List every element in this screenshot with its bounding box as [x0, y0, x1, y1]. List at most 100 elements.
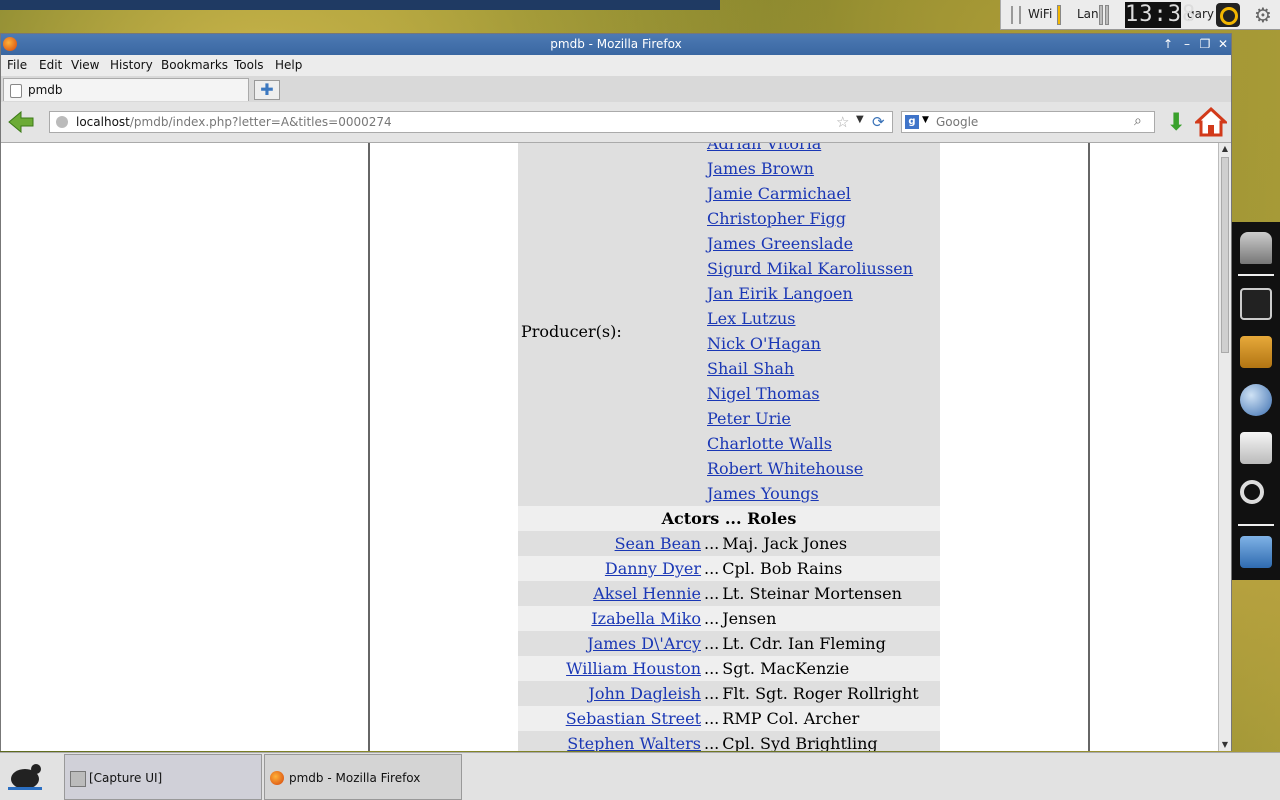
wifi-label[interactable]: WiFi [1028, 7, 1052, 21]
cast-row: Sebastian Street... RMP Col. Archer [518, 706, 940, 731]
close-button[interactable]: ✕ [1216, 36, 1230, 52]
navigation-toolbar: localhost/pmdb/index.php?letter=A&titles… [1, 102, 1231, 143]
actor-link[interactable]: Sean Bean [615, 534, 701, 553]
globe-icon[interactable] [1240, 384, 1272, 416]
download-arrow-icon[interactable]: ⬇ [1164, 108, 1188, 136]
producer-link[interactable]: Jamie Carmichael [707, 184, 851, 203]
site-identity-icon[interactable] [56, 116, 68, 128]
minimize-button[interactable]: – [1180, 36, 1194, 52]
maximize-button[interactable]: ❐ [1198, 36, 1212, 52]
actor-link[interactable]: Danny Dyer [605, 559, 701, 578]
actor-cell: Stephen Walters [518, 731, 704, 751]
url-text[interactable]: localhost/pmdb/index.php?letter=A&titles… [76, 115, 392, 129]
cast-header-row: Actors ... Roles [518, 506, 940, 531]
wifi-signal-icon[interactable] [1055, 5, 1069, 25]
move-up-icon[interactable]: ↑ [1161, 36, 1175, 52]
producer-link[interactable]: Christopher Figg [707, 209, 846, 228]
page-content: Adrian Vitoria Producer(s): James Brown Jam… [1, 143, 1219, 751]
reload-icon[interactable]: ⟳ [872, 113, 885, 131]
tab-pmdb[interactable]: pmdb [3, 78, 249, 101]
scroll-down-arrow-icon[interactable]: ▼ [1220, 740, 1230, 750]
role-cell: Lt. Steinar Mortensen [722, 584, 902, 603]
menu-bar: File Edit View History Bookmarks Tools H… [1, 55, 1231, 76]
url-bar[interactable]: localhost/pmdb/index.php?letter=A&titles… [49, 111, 893, 133]
task-capture-ui[interactable]: [Capture UI] [64, 754, 262, 800]
actor-link[interactable]: Aksel Hennie [593, 584, 701, 603]
lan-label[interactable]: Lan [1077, 7, 1099, 21]
producer-link[interactable]: Peter Urie [707, 409, 791, 428]
actor-link[interactable]: Sebastian Street [566, 709, 701, 728]
actor-link[interactable]: John Dagleish [588, 684, 701, 703]
search-icon[interactable]: ⌕ [1134, 113, 1142, 129]
menu-tools[interactable]: Tools [234, 58, 264, 72]
producer-cell: Christopher Figg [704, 206, 940, 231]
google-engine-icon[interactable]: g [905, 115, 919, 129]
mail-icon[interactable] [1240, 432, 1272, 464]
producer-link[interactable]: Charlotte Walls [707, 434, 832, 453]
sync-icon[interactable] [1216, 3, 1240, 27]
role-cell: Lt. Cdr. Ian Fleming [722, 634, 886, 653]
scroll-thumb[interactable] [1221, 157, 1229, 353]
producer-link[interactable]: James Greenslade [707, 234, 853, 253]
producer-link[interactable]: Shail Shah [707, 359, 794, 378]
lan-signal-icon[interactable] [1099, 5, 1113, 25]
gear-icon[interactable]: ⚙ [1251, 3, 1275, 27]
cast-row: John Dagleish... Flt. Sgt. Roger Rollrigh… [518, 681, 940, 706]
tab-bar: pmdb ✚ [1, 76, 1231, 103]
writers-label-cell [518, 143, 704, 156]
file-cabinet-icon[interactable] [1240, 336, 1272, 368]
right-dock [1232, 222, 1280, 580]
vertical-scrollbar[interactable]: ▲ ▼ [1218, 143, 1231, 751]
dock-separator [1238, 524, 1274, 526]
producer-link[interactable]: Jan Eirik Langoen [707, 284, 853, 303]
menu-help[interactable]: Help [275, 58, 302, 72]
producer-link[interactable]: Sigurd Mikal Karoliussen [707, 259, 913, 278]
actor-link[interactable]: Izabella Miko [591, 609, 701, 628]
producer-cell: Jan Eirik Langoen [704, 281, 940, 306]
actor-link[interactable]: James D\'Arcy [587, 634, 701, 653]
producer-link[interactable]: Nick O'Hagan [707, 334, 821, 353]
magnifier-icon[interactable] [1240, 480, 1264, 504]
url-history-dropdown-icon[interactable]: ▼ [856, 114, 864, 125]
producer-cell: Lex Lutzus [704, 306, 940, 331]
cast-row: Danny Dyer... Cpl. Bob Rains [518, 556, 940, 581]
producer-cell: Shail Shah [704, 356, 940, 381]
film-details-table: Adrian Vitoria Producer(s): James Brown Jam… [518, 143, 940, 751]
cast-separator: ... [704, 684, 720, 703]
menu-history[interactable]: History [110, 58, 153, 72]
writer-link[interactable]: Adrian Vitoria [707, 143, 821, 153]
back-arrow-icon[interactable] [7, 110, 35, 134]
role-cell: RMP Col. Archer [722, 709, 860, 728]
producer-link[interactable]: Nigel Thomas [707, 384, 820, 403]
producer-link[interactable]: James Youngs [707, 484, 819, 503]
home-icon[interactable] [1195, 106, 1227, 138]
actor-link[interactable]: William Houston [566, 659, 701, 678]
actor-cell: John Dagleish [518, 681, 704, 706]
search-input[interactable] [936, 114, 1126, 130]
actor-cell: Danny Dyer [518, 556, 704, 581]
role-cell: Flt. Sgt. Roger Rollright [722, 684, 919, 703]
actor-link[interactable]: Stephen Walters [567, 734, 701, 751]
title-bar[interactable]: pmdb - Mozilla Firefox ↑ – ❐ ✕ [1, 34, 1231, 55]
producer-link[interactable]: James Brown [707, 159, 814, 178]
bookmark-star-icon[interactable]: ☆ [836, 113, 849, 131]
start-menu-mouse-icon[interactable] [0, 753, 50, 800]
producer-cell: James Brown [704, 156, 940, 181]
menu-file[interactable]: File [7, 58, 27, 72]
cast-separator: ... [704, 559, 720, 578]
scroll-up-arrow-icon[interactable]: ▲ [1220, 144, 1230, 154]
producer-link[interactable]: Lex Lutzus [707, 309, 796, 328]
menu-bookmarks[interactable]: Bookmarks [161, 58, 228, 72]
search-box[interactable]: g ▼ ⌕ [901, 111, 1155, 133]
menu-edit[interactable]: Edit [39, 58, 62, 72]
role-cell: Jensen [722, 609, 777, 628]
drive-icon[interactable] [1240, 232, 1272, 264]
engine-dropdown-icon[interactable]: ▼ [922, 115, 929, 125]
terminal-icon[interactable] [1240, 288, 1272, 320]
folder-icon[interactable] [1240, 536, 1272, 568]
menu-view[interactable]: View [71, 58, 99, 72]
task-firefox[interactable]: pmdb - Mozilla Firefox [264, 754, 462, 800]
clock-display[interactable]: 13:38 [1125, 2, 1195, 28]
producer-link[interactable]: Robert Whitehouse [707, 459, 863, 478]
new-tab-button[interactable]: ✚ [254, 80, 280, 100]
